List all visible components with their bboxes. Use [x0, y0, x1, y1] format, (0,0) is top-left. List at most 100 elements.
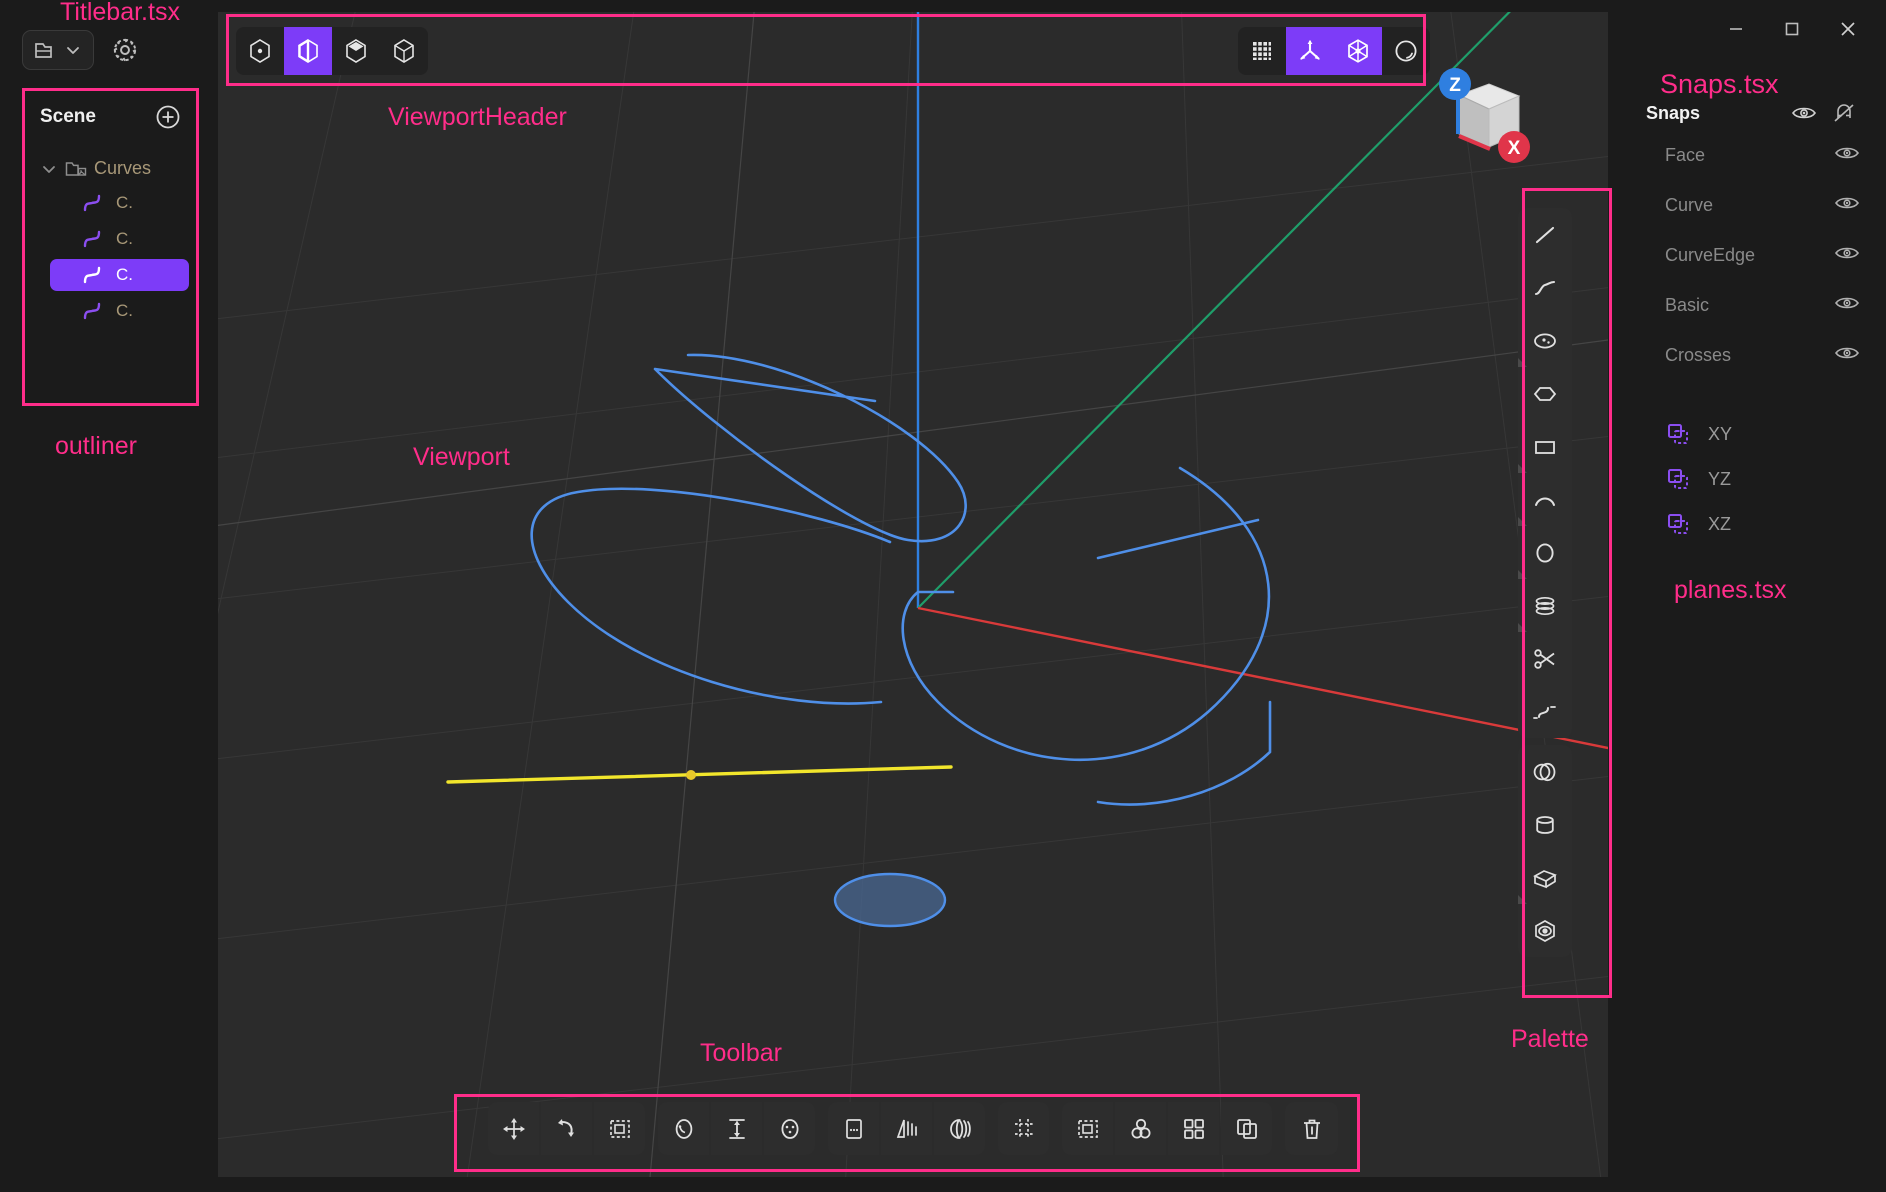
- scene-geometry: [446, 12, 1608, 928]
- duplicate-tool-button[interactable]: [1062, 1102, 1113, 1155]
- chevron-down-icon: [43, 165, 55, 173]
- polygon-tool-button[interactable]: [1518, 367, 1572, 420]
- copy-tool-button[interactable]: [1221, 1102, 1272, 1155]
- view-cube-x-label: X: [1508, 138, 1521, 159]
- tree-group-curves[interactable]: Curves: [22, 154, 199, 183]
- xray-toggle-button[interactable]: [1334, 27, 1382, 75]
- offset-tool-button[interactable]: [764, 1102, 815, 1155]
- snap-row-basic[interactable]: Basic: [1608, 280, 1886, 330]
- solid-mode-button[interactable]: [380, 27, 428, 75]
- list-item[interactable]: C.: [50, 223, 189, 255]
- sweep-tool-button[interactable]: [934, 1102, 985, 1155]
- snap-row-crosses[interactable]: Crosses: [1608, 330, 1886, 380]
- box-icon: [1533, 869, 1557, 888]
- gizmo-toggle-button[interactable]: [1286, 27, 1334, 75]
- control-point-icon: [250, 39, 270, 63]
- spline-tool-button[interactable]: [1518, 685, 1572, 738]
- eye-toggle-button[interactable]: [1834, 194, 1860, 217]
- list-item-label: C.: [116, 229, 133, 248]
- curve-icon: [83, 266, 101, 284]
- boolean-union-tool-button[interactable]: [1115, 1102, 1166, 1155]
- circle-tool-button[interactable]: [1518, 314, 1572, 367]
- arc-tool-button[interactable]: [1518, 473, 1572, 526]
- extrude-tool-button[interactable]: [711, 1102, 762, 1155]
- fillet-icon: [675, 1118, 692, 1139]
- plane-label: XZ: [1708, 514, 1732, 534]
- draft-tool-button[interactable]: [881, 1102, 932, 1155]
- rectangle-tool-button[interactable]: [1518, 420, 1572, 473]
- boolean-tool-button[interactable]: [1518, 745, 1572, 798]
- line-icon: [1535, 226, 1555, 243]
- file-menu-button[interactable]: [22, 30, 94, 70]
- move-icon: [502, 1117, 525, 1140]
- snaps-header: Snaps: [1608, 96, 1886, 130]
- edge-mode-button[interactable]: [284, 27, 332, 75]
- snap-row-face[interactable]: Face: [1608, 130, 1886, 180]
- eye-icon: [1835, 247, 1859, 258]
- snaps-panel: Snaps Face Curve CurveEdge Basic Crosses…: [1608, 96, 1886, 547]
- scale-tool-button[interactable]: [594, 1102, 645, 1155]
- list-item-selected[interactable]: C.: [50, 259, 189, 291]
- list-item[interactable]: C.: [50, 295, 189, 327]
- toolbar-group-delete: [1285, 1102, 1338, 1155]
- union-icon: [1131, 1118, 1150, 1138]
- palette-group-curves: [1518, 208, 1572, 738]
- fillet-tool-button[interactable]: [658, 1102, 709, 1155]
- curve-icon: [83, 230, 101, 248]
- visibility-toggle-all-button[interactable]: [1784, 97, 1824, 129]
- plane-row-xz[interactable]: XZ: [1608, 502, 1886, 547]
- list-item-label: C.: [116, 193, 133, 212]
- loft-tool-button[interactable]: [828, 1102, 879, 1155]
- eye-toggle-button[interactable]: [1834, 344, 1860, 367]
- control-point-mode-button[interactable]: [236, 27, 284, 75]
- cylinder-tool-button[interactable]: [1518, 798, 1572, 851]
- plane-row-yz[interactable]: YZ: [1608, 457, 1886, 502]
- delete-tool-button[interactable]: [1285, 1102, 1338, 1155]
- plane-row-xy[interactable]: XY: [1608, 412, 1886, 457]
- view-cube-gizmo[interactable]: Z X: [1424, 62, 1534, 172]
- viewport[interactable]: Z X: [218, 12, 1608, 1177]
- close-button[interactable]: [1820, 10, 1876, 48]
- snap-label: CurveEdge: [1665, 244, 1756, 265]
- extrude-icon: [728, 1118, 745, 1139]
- maximize-button[interactable]: [1764, 10, 1820, 48]
- eye-toggle-button[interactable]: [1834, 144, 1860, 167]
- minimize-button[interactable]: [1708, 10, 1764, 48]
- line-tool-button[interactable]: [1518, 208, 1572, 261]
- face-ellipse: [833, 872, 947, 928]
- selection-mode-group: [236, 27, 428, 75]
- eye-toggle-button[interactable]: [1834, 294, 1860, 317]
- rotate-tool-button[interactable]: [541, 1102, 592, 1155]
- list-item[interactable]: C.: [50, 187, 189, 219]
- sphere-tool-button[interactable]: [1518, 904, 1572, 957]
- snap-row-curveedge[interactable]: CurveEdge: [1608, 230, 1886, 280]
- move-tool-button[interactable]: [488, 1102, 539, 1155]
- group-tool-button[interactable]: [1168, 1102, 1219, 1155]
- curve-spiral-mid: [530, 487, 892, 705]
- array-tool-button[interactable]: [998, 1102, 1049, 1155]
- list-item-label: C.: [116, 301, 133, 320]
- ellipse-tool-button[interactable]: [1518, 526, 1572, 579]
- curve-icon: [83, 302, 101, 320]
- eye-icon: [1835, 147, 1859, 158]
- snap-disable-toggle-button[interactable]: [1824, 97, 1864, 129]
- settings-button[interactable]: [108, 33, 142, 67]
- face-mode-button[interactable]: [332, 27, 380, 75]
- orbit-toggle-button[interactable]: [1382, 27, 1430, 75]
- curve-tool-button[interactable]: [1518, 261, 1572, 314]
- eye-icon: [1835, 197, 1859, 208]
- close-icon: [1841, 22, 1855, 36]
- snap-row-curve[interactable]: Curve: [1608, 180, 1886, 230]
- grid-icon: [1253, 42, 1271, 60]
- folder-group-icon: [65, 161, 87, 176]
- spiral-tool-button[interactable]: [1518, 579, 1572, 632]
- trim-tool-button[interactable]: [1518, 632, 1572, 685]
- grid-toggle-button[interactable]: [1238, 27, 1286, 75]
- gear-icon: [113, 38, 137, 62]
- window-controls: [1708, 10, 1876, 48]
- box-tool-button[interactable]: [1518, 851, 1572, 904]
- eye-toggle-button[interactable]: [1834, 244, 1860, 267]
- add-item-button[interactable]: [155, 104, 181, 130]
- view-cube-z-label: Z: [1449, 75, 1461, 96]
- edge-icon: [298, 39, 318, 63]
